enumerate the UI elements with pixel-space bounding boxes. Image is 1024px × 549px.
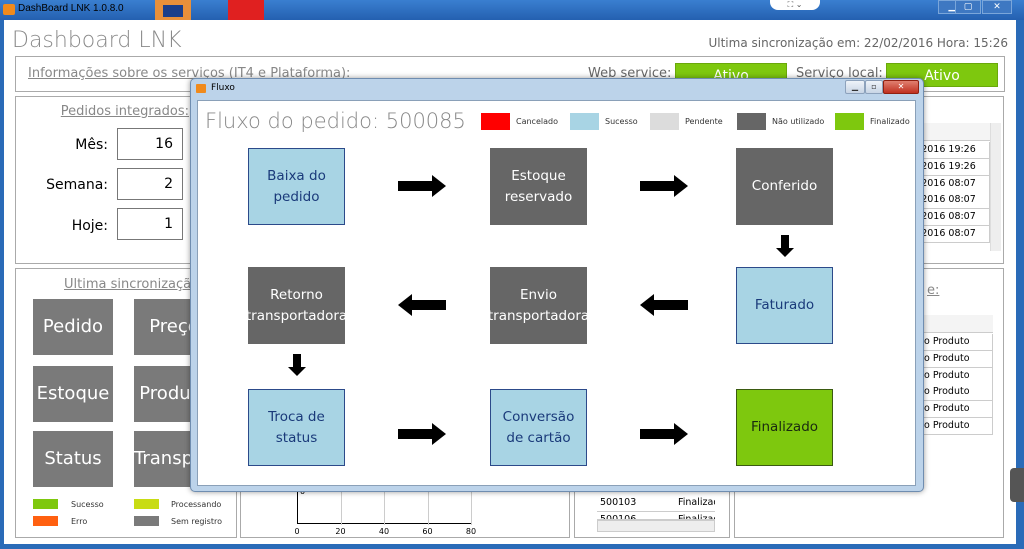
legend-swatch [650, 113, 679, 130]
sync-panel-label: Ultima sincronização: [64, 277, 204, 292]
flow-step[interactable]: Finalizado [736, 389, 833, 466]
week-label: Semana: [46, 177, 108, 193]
legend-label: Não utilizado [772, 117, 825, 126]
today-label: Hoje: [71, 218, 108, 234]
grid-row[interactable]: /2016 19:26 [915, 158, 990, 176]
grid-cell-status[interactable]: Finalizado [675, 495, 715, 512]
grid-cell-id[interactable]: 500103 [597, 495, 675, 512]
flow-step[interactable]: Conversão de cartão [490, 389, 587, 466]
dialog-maximize-button[interactable]: ▫ [865, 80, 883, 94]
grid-row[interactable]: do Produto [915, 350, 993, 368]
orders-label: Pedidos integrados: [60, 104, 189, 119]
grid-row[interactable]: /2016 08:07 [915, 192, 990, 210]
arrow-right-icon [640, 175, 688, 197]
vertical-scrollbar[interactable] [990, 123, 1001, 251]
month-label: Mês: [75, 137, 108, 153]
tile-estoque[interactable]: Estoque [33, 366, 113, 422]
taskbar-app-icon[interactable] [228, 0, 264, 20]
x-tick-label: 0 [294, 527, 300, 536]
last-sync-text: Ultima sincronização em: 22/02/2016 Hora… [708, 36, 1008, 50]
arrow-left-icon [398, 294, 446, 316]
flow-step[interactable]: Retorno transportadora [246, 267, 347, 344]
legend-swatch-processando [134, 499, 159, 509]
grid-header[interactable]: a [915, 123, 995, 141]
app-icon [3, 4, 15, 15]
legend-label: Erro [71, 517, 88, 526]
dialog-body: Fluxo do pedido: 500085 Cancelado Sucesso… [197, 100, 916, 486]
orders-panel: Pedidos integrados: Mês: 16 Semana: 2 Ho… [15, 96, 195, 264]
tile-pedido[interactable]: Pedido [33, 299, 113, 355]
legend-label: Sucesso [71, 500, 104, 509]
flow-step[interactable]: Baixa do pedido [248, 148, 345, 225]
arrow-left-icon [640, 294, 688, 316]
flow-dialog: Fluxo ▁ ▫ ✕ Fluxo do pedido: 500085 Canc… [190, 78, 924, 492]
grid-row[interactable]: /2016 08:07 [915, 226, 990, 243]
taskbar-app-icon[interactable] [155, 0, 191, 20]
window-title: DashBoard LNK 1.0.8.0 [18, 3, 124, 14]
grid-row[interactable]: do Produto [915, 367, 993, 385]
flow-heading: Fluxo do pedido: 500085 [205, 109, 466, 133]
legend-swatch-sem-registro [134, 516, 159, 526]
legend-label: Finalizado [870, 117, 910, 126]
legend-swatch [570, 113, 599, 130]
x-tick-label: 20 [335, 527, 346, 536]
legend-swatch [737, 113, 766, 130]
arrow-right-icon [398, 175, 446, 197]
month-value: 16 [117, 128, 183, 160]
arrow-down-icon [288, 354, 306, 376]
grid-row[interactable]: /2016 08:07 [915, 209, 990, 227]
flow-step[interactable]: Conferido [736, 148, 833, 225]
legend-label: Sucesso [605, 117, 638, 126]
maximize-button[interactable]: ▢ [955, 0, 981, 14]
legend-swatch [835, 113, 864, 130]
arrow-right-icon [398, 423, 446, 445]
flow-step[interactable]: Troca de status [248, 389, 345, 466]
x-tick-label: 40 [378, 527, 390, 536]
remote-support-tab[interactable] [1010, 468, 1024, 502]
legend-label: Cancelado [516, 117, 558, 126]
x-tick-label: 60 [422, 527, 433, 536]
product-panel-label: e: [927, 283, 940, 298]
dialog-minimize-button[interactable]: ▁ [845, 80, 865, 94]
arrow-down-icon [776, 235, 794, 257]
legend-label: Pendente [685, 117, 723, 126]
grid-header[interactable]: o [915, 315, 993, 333]
arrow-right-icon [640, 423, 688, 445]
app-title: Dashboard LNK [12, 28, 182, 53]
today-value: 1 [117, 208, 183, 240]
grid-row[interactable]: do Produto [915, 384, 993, 402]
legend-label: Processando [171, 500, 222, 509]
grid-row[interactable]: /2016 08:07 [915, 175, 990, 193]
grid-row[interactable]: /2016 19:26 [915, 142, 990, 159]
grid-cell-id[interactable]: 500106 [597, 512, 675, 520]
tile-status[interactable]: Status [33, 431, 113, 487]
week-value: 2 [117, 168, 183, 200]
grid-cell-status[interactable]: Finalizado [675, 512, 715, 520]
dialog-title: Fluxo [211, 83, 235, 93]
horizontal-scrollbar[interactable] [597, 520, 715, 532]
legend-swatch-erro [33, 516, 58, 526]
grid-row[interactable]: do Produto [915, 401, 993, 419]
dialog-app-icon [196, 84, 206, 93]
legend-swatch-sucesso [33, 499, 58, 509]
grid-row[interactable]: do Produto [915, 334, 993, 351]
flow-step[interactable]: Estoque reservado [490, 148, 587, 225]
window-titlebar: DashBoard LNK 1.0.8.0 ⛶ ⌄ ▁ ▢ ✕ [0, 0, 1024, 20]
grid-row[interactable]: do Produto [915, 418, 993, 435]
remote-control-tab[interactable]: ⛶ ⌄ [770, 0, 820, 10]
legend-label: Sem registro [171, 517, 222, 526]
x-tick-label: 80 [465, 527, 477, 536]
flow-step[interactable]: Envio transportadora [488, 267, 589, 344]
dialog-close-button[interactable]: ✕ [883, 80, 919, 94]
flow-step[interactable]: Faturado [736, 267, 833, 344]
close-button[interactable]: ✕ [982, 0, 1012, 14]
legend-swatch [481, 113, 510, 130]
